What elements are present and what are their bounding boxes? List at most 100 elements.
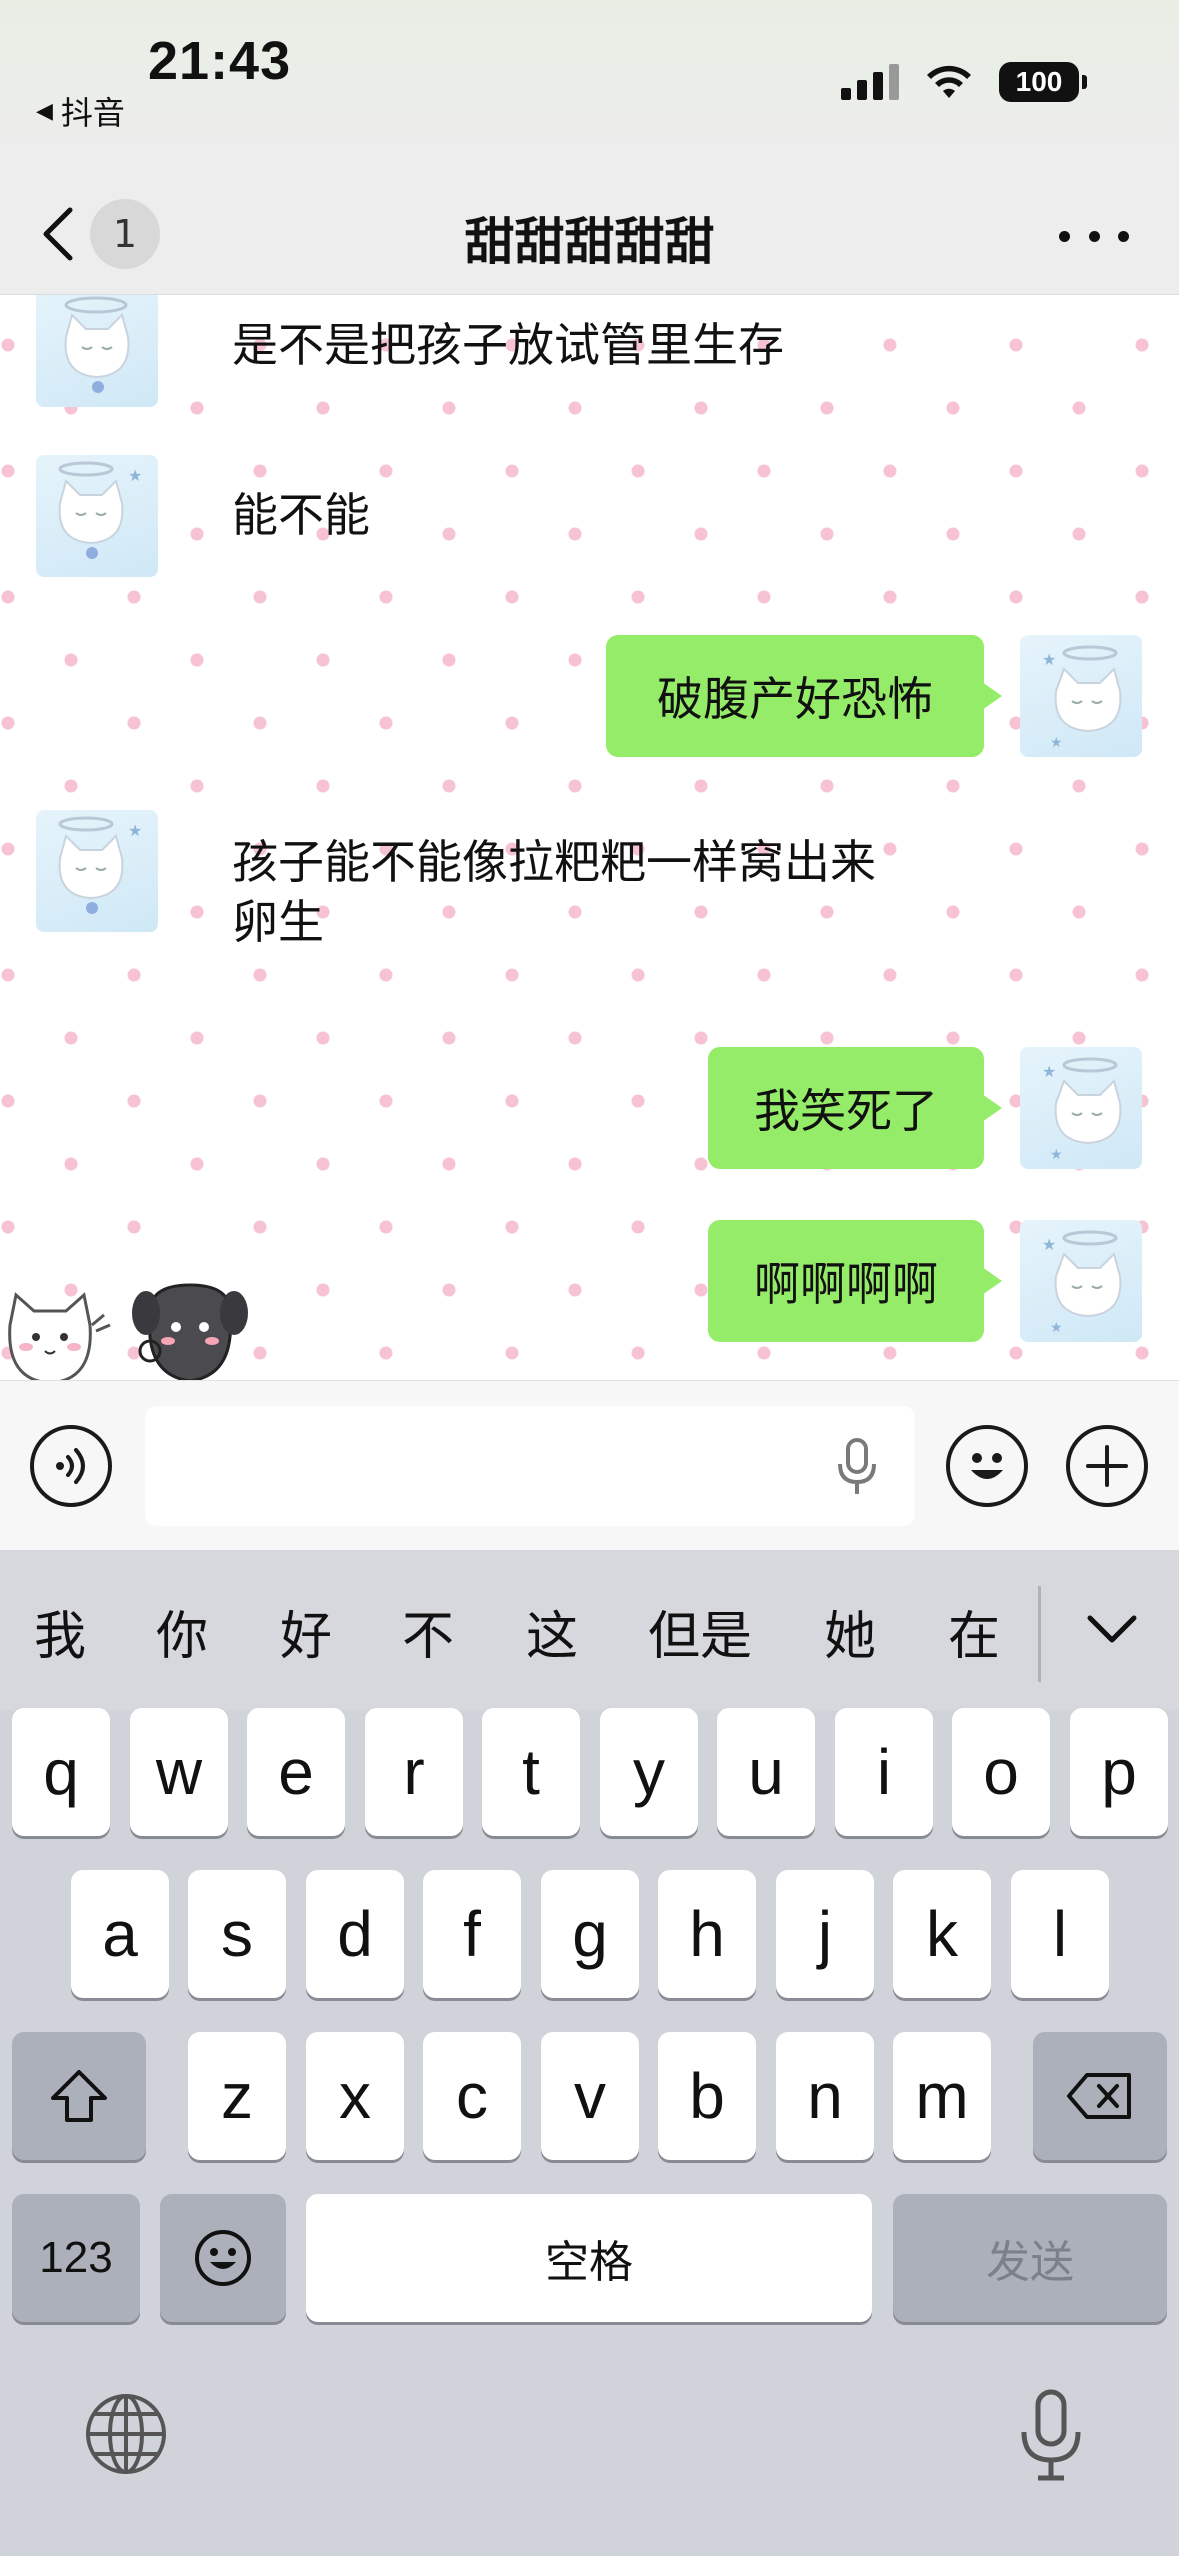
plus-icon xyxy=(1086,1445,1128,1487)
numbers-key[interactable]: 123 xyxy=(12,2194,140,2322)
message-text: 是不是把孩子放试管里生存 xyxy=(232,318,784,372)
shift-arrow-icon xyxy=(51,2070,107,2122)
key-k[interactable]: k xyxy=(893,1870,991,1998)
decorative-stickers xyxy=(8,1283,248,1380)
key-i[interactable]: i xyxy=(835,1708,933,1836)
key-f[interactable]: f xyxy=(423,1870,521,1998)
svg-text:★: ★ xyxy=(128,821,142,840)
space-key[interactable]: 空格 xyxy=(306,2194,872,2322)
key-o[interactable]: o xyxy=(952,1708,1050,1836)
key-v[interactable]: v xyxy=(541,2032,639,2160)
key-j[interactable]: j xyxy=(776,1870,874,1998)
chevron-down-icon[interactable] xyxy=(1086,1612,1138,1646)
contact-avatar[interactable] xyxy=(36,295,158,407)
key-t[interactable]: t xyxy=(482,1708,580,1836)
key-u[interactable]: u xyxy=(717,1708,815,1836)
key-a[interactable]: a xyxy=(71,1870,169,1998)
key-n[interactable]: n xyxy=(776,2032,874,2160)
message-row: 是不是把孩子放试管里生存 xyxy=(0,295,1179,415)
more-dot-icon xyxy=(1118,230,1129,242)
cat-avatar-icon: ★ xyxy=(58,461,142,559)
candidate-word[interactable]: 但是 xyxy=(648,1594,752,1669)
emoji-button[interactable] xyxy=(946,1425,1028,1507)
key-z[interactable]: z xyxy=(188,2032,286,2160)
my-avatar[interactable]: ★ ★ xyxy=(1020,1220,1142,1342)
message-text: 孩子能不能像拉粑粑一样窝出来 卵生 xyxy=(232,835,876,949)
candidate-word[interactable]: 好 xyxy=(280,1594,332,1669)
candidate-word[interactable]: 在 xyxy=(948,1594,1000,1669)
message-text: 能不能 xyxy=(232,488,370,542)
key-e[interactable]: e xyxy=(247,1708,345,1836)
key-p[interactable]: p xyxy=(1070,1708,1168,1836)
send-key[interactable]: 发送 xyxy=(893,2194,1167,2322)
my-avatar[interactable]: ★ ★ xyxy=(1020,1047,1142,1169)
my-avatar[interactable]: ★ ★ xyxy=(1020,635,1142,757)
backspace-key[interactable] xyxy=(1033,2032,1167,2160)
key-l[interactable]: l xyxy=(1011,1870,1109,1998)
wifi-icon xyxy=(927,65,971,98)
more-dot-icon xyxy=(1059,230,1070,242)
svg-text:★: ★ xyxy=(1050,1320,1063,1336)
keyboard: 我 你 好 不 这 但是 她 在 q w e r t y u i o p a s… xyxy=(0,1550,1179,2556)
key-w[interactable]: w xyxy=(130,1708,228,1836)
contact-avatar[interactable]: ★ xyxy=(36,455,158,577)
cat-avatar-icon xyxy=(64,296,130,393)
key-c[interactable]: c xyxy=(423,2032,521,2160)
candidate-word[interactable]: 我 xyxy=(34,1594,86,1669)
message-row: 破腹产好恐怖 ★ ★ xyxy=(0,635,1179,765)
microphone-icon[interactable] xyxy=(835,1436,879,1498)
key-q[interactable]: q xyxy=(12,1708,110,1836)
shift-key[interactable] xyxy=(12,2032,146,2160)
message-input[interactable] xyxy=(145,1406,915,1526)
candidate-word[interactable]: 不 xyxy=(402,1594,454,1669)
key-g[interactable]: g xyxy=(541,1870,639,1998)
key-m[interactable]: m xyxy=(893,2032,991,2160)
globe-icon[interactable] xyxy=(84,2392,168,2476)
more-options-button[interactable] xyxy=(1059,206,1129,266)
candidate-word[interactable]: 这 xyxy=(526,1594,578,1669)
backspace-icon xyxy=(1067,2073,1131,2119)
battery-icon: 100 xyxy=(999,62,1087,102)
key-h[interactable]: h xyxy=(658,1870,756,1998)
status-time: 21:43 xyxy=(148,31,292,91)
smiley-icon xyxy=(195,2230,251,2286)
message-bubble[interactable]: 啊啊啊啊 xyxy=(708,1220,1002,1342)
input-bar xyxy=(0,1380,1179,1550)
dictation-microphone-icon[interactable] xyxy=(1016,2388,1086,2484)
svg-text:★: ★ xyxy=(1042,1062,1056,1081)
key-r[interactable]: r xyxy=(365,1708,463,1836)
svg-text:★: ★ xyxy=(1050,1147,1063,1163)
back-app-label: 抖音 xyxy=(60,94,125,132)
message-bubble[interactable]: 破腹产好恐怖 xyxy=(606,635,1002,757)
back-to-app-link[interactable]: ◀ 抖音 xyxy=(36,88,125,134)
key-y[interactable]: y xyxy=(600,1708,698,1836)
more-actions-button[interactable] xyxy=(1066,1425,1148,1507)
message-list[interactable]: 是不是把孩子放试管里生存 ★ 能不能 破腹产好恐怖 ★ ★ ★ 孩子能不能像拉粑… xyxy=(0,295,1179,1380)
chat-title: 甜甜甜甜甜 xyxy=(464,213,715,271)
voice-mode-button[interactable] xyxy=(30,1425,112,1507)
cat-avatar-icon: ★ xyxy=(58,816,142,914)
voice-wave-icon xyxy=(56,1448,85,1484)
chat-header: 1 甜甜甜甜甜 xyxy=(0,170,1179,295)
status-indicators: 100 xyxy=(841,62,1087,102)
svg-text:★: ★ xyxy=(128,466,142,485)
key-s[interactable]: s xyxy=(188,1870,286,1998)
cat-avatar-icon: ★ ★ xyxy=(1042,1057,1122,1163)
message-bubble[interactable]: 我笑死了 xyxy=(708,1047,1002,1169)
back-triangle-icon: ◀ xyxy=(36,98,53,124)
candidate-word[interactable]: 她 xyxy=(824,1594,876,1669)
message-row: ★ 能不能 xyxy=(0,455,1179,585)
candidate-divider xyxy=(1038,1586,1041,1682)
contact-avatar[interactable]: ★ xyxy=(36,810,158,932)
svg-text:★: ★ xyxy=(1042,650,1056,669)
key-d[interactable]: d xyxy=(306,1870,404,1998)
svg-text:★: ★ xyxy=(1042,1235,1056,1254)
emoji-key[interactable] xyxy=(160,2194,286,2322)
candidate-word[interactable]: 你 xyxy=(156,1594,208,1669)
dark-dog-sticker-icon xyxy=(132,1283,248,1380)
status-bar: 21:43 ◀ 抖音 100 xyxy=(0,0,1179,170)
key-x[interactable]: x xyxy=(306,2032,404,2160)
smiley-icon xyxy=(971,1453,1003,1479)
more-dot-icon xyxy=(1088,230,1100,242)
key-b[interactable]: b xyxy=(658,2032,756,2160)
